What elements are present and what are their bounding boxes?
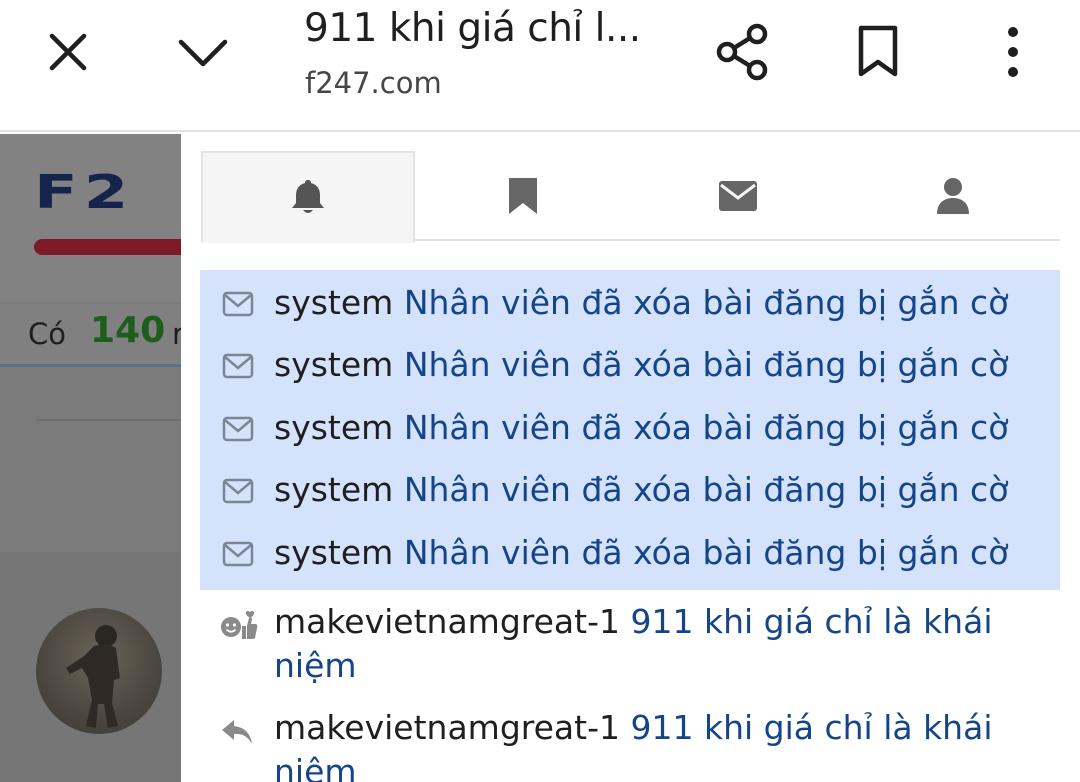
- site-logo: F2: [34, 166, 135, 220]
- notification-title[interactable]: Nhân viên đã xóa bài đăng bị gắn cờ: [404, 283, 1009, 322]
- reply-icon: [222, 719, 252, 744]
- notification-user: system: [274, 345, 394, 385]
- envelope-outline-icon: [222, 416, 254, 442]
- notification-list: system Nhân viên đã xóa bài đăng bị gắn …: [200, 270, 1060, 782]
- unread-notifications: system Nhân viên đã xóa bài đăng bị gắn …: [200, 270, 1060, 590]
- list-item[interactable]: makevietnamgreat-1 911 khi giá chỉ là kh…: [200, 590, 1060, 696]
- online-suffix: r: [172, 317, 181, 351]
- chevron-down-icon[interactable]: [172, 22, 234, 82]
- list-item[interactable]: system Nhân viên đã xóa bài đăng bị gắn …: [200, 335, 1060, 397]
- page-title[interactable]: 911 khi giá chỉ l...: [304, 6, 641, 51]
- close-icon[interactable]: [38, 22, 98, 82]
- list-item[interactable]: system Nhân viên đã xóa bài đăng bị gắn …: [200, 273, 1060, 335]
- online-count: 140: [90, 310, 166, 351]
- notification-user: system: [274, 407, 394, 447]
- notification-user: system: [274, 532, 394, 572]
- avatar[interactable]: [36, 608, 162, 734]
- list-item[interactable]: system Nhân viên đã xóa bài đăng bị gắn …: [200, 398, 1060, 460]
- notification-title[interactable]: Nhân viên đã xóa bài đăng bị gắn cờ: [404, 345, 1009, 384]
- tab-profile[interactable]: [845, 151, 1060, 241]
- notification-user: makevietnamgreat-1: [274, 707, 620, 747]
- list-item[interactable]: system Nhân viên đã xóa bài đăng bị gắn …: [200, 523, 1060, 585]
- notification-menu: system Nhân viên đã xóa bài đăng bị gắn …: [181, 134, 1080, 782]
- divider: [36, 419, 181, 421]
- logo-stripe: [34, 239, 181, 255]
- share-icon[interactable]: [712, 20, 774, 84]
- notification-user: system: [274, 283, 394, 322]
- more-vert-icon[interactable]: [990, 20, 1036, 84]
- notification-title[interactable]: Nhân viên đã xóa bài đăng bị gắn cờ: [404, 470, 1009, 509]
- list-item[interactable]: system Nhân viên đã xóa bài đăng bị gắn …: [200, 460, 1060, 522]
- tab-notifications[interactable]: [201, 151, 415, 243]
- browser-toolbar: 911 khi giá chỉ l... f247.com: [0, 0, 1080, 132]
- envelope-outline-icon: [222, 354, 254, 379]
- envelope-outline-icon: [222, 478, 254, 504]
- envelope-outline-icon: [222, 541, 254, 566]
- page-domain[interactable]: f247.com: [305, 66, 442, 100]
- notification-user: system: [274, 470, 394, 510]
- bookmark-icon[interactable]: [850, 20, 906, 84]
- envelope-icon: [719, 181, 757, 211]
- notification-title[interactable]: Nhân viên đã xóa bài đăng bị gắn cờ: [404, 533, 1009, 572]
- bookmark-icon: [509, 178, 537, 214]
- tab-messages[interactable]: [631, 151, 845, 241]
- bell-icon: [292, 180, 324, 213]
- user-icon: [936, 178, 969, 214]
- tab-bookmarks[interactable]: [415, 151, 631, 241]
- menu-tabs: [201, 151, 1060, 243]
- envelope-outline-icon: [222, 291, 254, 317]
- list-item[interactable]: makevietnamgreat-1 911 khi giá chỉ là kh…: [200, 696, 1060, 782]
- reactions-icon: [221, 610, 258, 639]
- notification-user: makevietnamgreat-1: [274, 601, 620, 641]
- notification-title[interactable]: Nhân viên đã xóa bài đăng bị gắn cờ: [404, 408, 1009, 447]
- background-page: F2 Có 140 r: [0, 134, 181, 782]
- online-label: Có: [28, 317, 66, 351]
